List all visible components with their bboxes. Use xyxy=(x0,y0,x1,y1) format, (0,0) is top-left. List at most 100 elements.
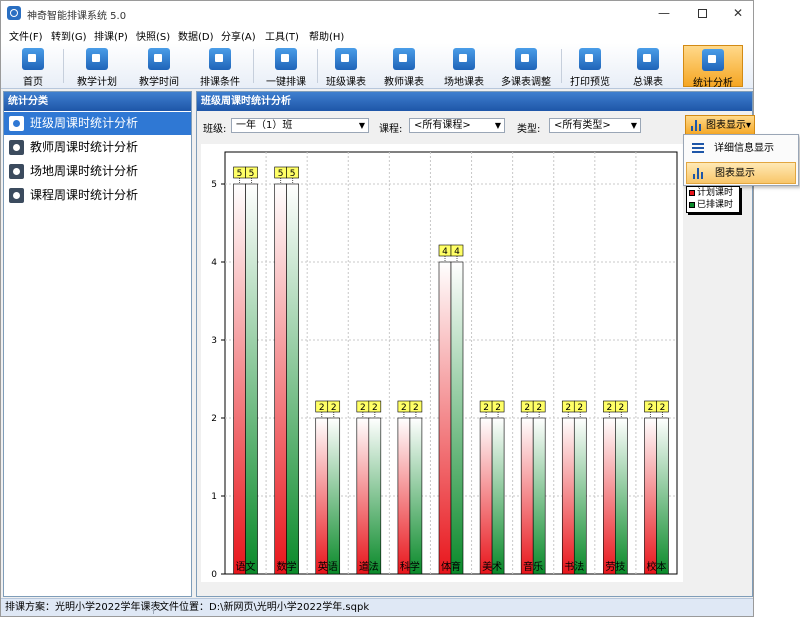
data-label: 2 xyxy=(413,403,419,413)
maximize-button[interactable] xyxy=(687,1,717,25)
filter-bar: 班级: 一年（1）班 ▼ 课程: <所有课程> ▼ 类型: <所有类型> ▼ 图… xyxy=(197,111,755,139)
menu-schedule[interactable]: 排课(P) xyxy=(94,28,128,43)
app-window: 神奇智能排课系统 5.0 — ✕ 文件(F) 转到(G) 排课(P) 快照(S)… xyxy=(0,0,755,617)
bar-scheduled xyxy=(491,417,505,575)
category-course-weekly[interactable]: 课程周课时统计分析 xyxy=(4,184,191,207)
bar-scheduled xyxy=(409,417,423,575)
menu-data[interactable]: 数据(D) xyxy=(178,28,214,43)
list-icon xyxy=(692,143,704,154)
chart-legend: 计划课时 已排课时 xyxy=(686,186,740,213)
bar-scheduled xyxy=(532,417,546,575)
course-icon xyxy=(9,188,24,203)
bar-planned xyxy=(644,417,657,575)
menu-item-chart-view[interactable]: 图表显示 xyxy=(686,162,796,184)
clock-icon xyxy=(148,48,170,70)
data-label: 5 xyxy=(249,169,255,179)
maximize-icon xyxy=(697,9,707,18)
chevron-down-icon: ▼ xyxy=(358,121,365,130)
category-panel-title: 统计分类 xyxy=(4,92,191,111)
toolbar-home-button[interactable]: 首页 xyxy=(7,45,59,88)
menu-tools[interactable]: 工具(T) xyxy=(265,28,299,43)
building-icon xyxy=(453,48,475,70)
menu-help[interactable]: 帮助(H) xyxy=(309,28,344,43)
data-label: 2 xyxy=(401,403,407,413)
data-label: 2 xyxy=(319,403,325,413)
toolbar-divider xyxy=(253,49,254,83)
menu-bar: 文件(F) 转到(G) 排课(P) 快照(S) 数据(D) 分享(A) 工具(T… xyxy=(1,25,753,43)
toolbar-teacher-timetable-button[interactable]: 教师课表 xyxy=(377,45,431,88)
venue-icon xyxy=(9,164,24,179)
data-label: 5 xyxy=(278,169,284,179)
bar-planned xyxy=(438,261,452,575)
close-button[interactable]: ✕ xyxy=(723,1,753,25)
chart-area: 0 1 2 3 4 5 5 5 语文 5 5 数学 2 2 英语 2 2 道法 2 2 科学 4 4 体育 2 2 美术 2 2 音乐 2 2… xyxy=(201,144,683,582)
data-label: 4 xyxy=(454,247,460,257)
class-label: 班级: xyxy=(203,124,227,135)
toolbar-auto-schedule-button[interactable]: 一键排课 xyxy=(257,45,315,88)
menu-snapshot[interactable]: 快照(S) xyxy=(136,28,170,43)
bar-planned xyxy=(520,417,534,575)
menu-item-detail-view[interactable]: 详细信息显示 xyxy=(686,138,796,160)
status-file-path: 文件位置：D:\新网页\光明小学2022学年.sqpk xyxy=(159,602,370,613)
bar-planned xyxy=(233,183,246,575)
y-tick-label: 0 xyxy=(211,570,217,580)
x-tick-label: 道法 xyxy=(359,560,379,573)
bar-scheduled xyxy=(450,261,464,575)
teacher-icon xyxy=(9,140,24,155)
toolbar: 首页 教学计划 教学时间 排课条件 一键排课 班级课表 教师课表 场地课表 多课… xyxy=(1,43,753,89)
close-icon: ✕ xyxy=(732,6,744,20)
menu-file[interactable]: 文件(F) xyxy=(9,28,43,43)
x-tick-label: 英语 xyxy=(318,560,338,573)
x-tick-label: 校本 xyxy=(646,560,666,573)
data-label: 2 xyxy=(536,403,542,413)
data-label: 2 xyxy=(577,403,583,413)
data-label: 2 xyxy=(495,403,501,413)
category-teacher-weekly[interactable]: 教师周课时统计分析 xyxy=(4,136,191,159)
bar-chart-icon xyxy=(693,168,705,179)
category-class-weekly[interactable]: 班级周课时统计分析 xyxy=(4,112,191,135)
toolbar-divider xyxy=(561,49,562,83)
course-label: 课程: xyxy=(379,124,403,135)
menu-share[interactable]: 分享(A) xyxy=(221,28,256,43)
toolbar-teaching-plan-button[interactable]: 教学计划 xyxy=(67,45,127,88)
legend-item-planned: 计划课时 xyxy=(687,187,739,199)
bar-planned xyxy=(315,417,329,575)
bar-scheduled xyxy=(327,417,341,575)
class-select[interactable]: 一年（1）班 ▼ xyxy=(231,118,369,133)
toolbar-conditions-button[interactable]: 排课条件 xyxy=(191,45,249,88)
type-select[interactable]: <所有类型> ▼ xyxy=(549,118,641,133)
bar-chart-icon xyxy=(691,120,702,131)
status-divider xyxy=(153,602,154,614)
data-label: 2 xyxy=(565,403,571,413)
minimize-button[interactable]: — xyxy=(649,1,679,25)
status-plan: 排课方案：光明小学2022学年课表 xyxy=(5,602,161,613)
bar-scheduled xyxy=(573,417,587,575)
bar-planned xyxy=(561,417,575,575)
y-tick-label: 1 xyxy=(211,492,217,502)
bar-planned xyxy=(274,183,287,575)
grid-icon xyxy=(335,48,357,70)
home-icon xyxy=(22,48,44,70)
toolbar-class-timetable-button[interactable]: 班级课表 xyxy=(319,45,373,88)
toolbar-multi-adjust-button[interactable]: 多课表调整 xyxy=(495,45,557,88)
x-tick-label: 体育 xyxy=(441,560,461,573)
legend-swatch-planned xyxy=(689,190,695,196)
y-tick-label: 2 xyxy=(211,414,217,424)
x-tick-label: 音乐 xyxy=(523,560,543,573)
view-mode-button[interactable]: 图表显示▾ xyxy=(685,115,755,136)
category-venue-weekly[interactable]: 场地周课时统计分析 xyxy=(4,160,191,183)
toolbar-venue-timetable-button[interactable]: 场地课表 xyxy=(437,45,491,88)
view-mode-menu: 详细信息显示 图表显示 xyxy=(683,134,799,186)
course-select[interactable]: <所有课程> ▼ xyxy=(409,118,505,133)
toolbar-teaching-time-button[interactable]: 教学时间 xyxy=(129,45,189,88)
data-label: 2 xyxy=(372,403,378,413)
data-label: 2 xyxy=(483,403,489,413)
x-tick-label: 语文 xyxy=(236,560,256,573)
toolbar-print-preview-button[interactable]: 打印预览 xyxy=(565,45,615,88)
x-tick-label: 书法 xyxy=(564,560,584,573)
data-label: 2 xyxy=(606,403,612,413)
teacher-icon xyxy=(393,48,415,70)
toolbar-master-timetable-button[interactable]: 总课表 xyxy=(623,45,673,88)
menu-goto[interactable]: 转到(G) xyxy=(51,28,87,43)
toolbar-statistics-button[interactable]: 统计分析 xyxy=(683,45,743,89)
